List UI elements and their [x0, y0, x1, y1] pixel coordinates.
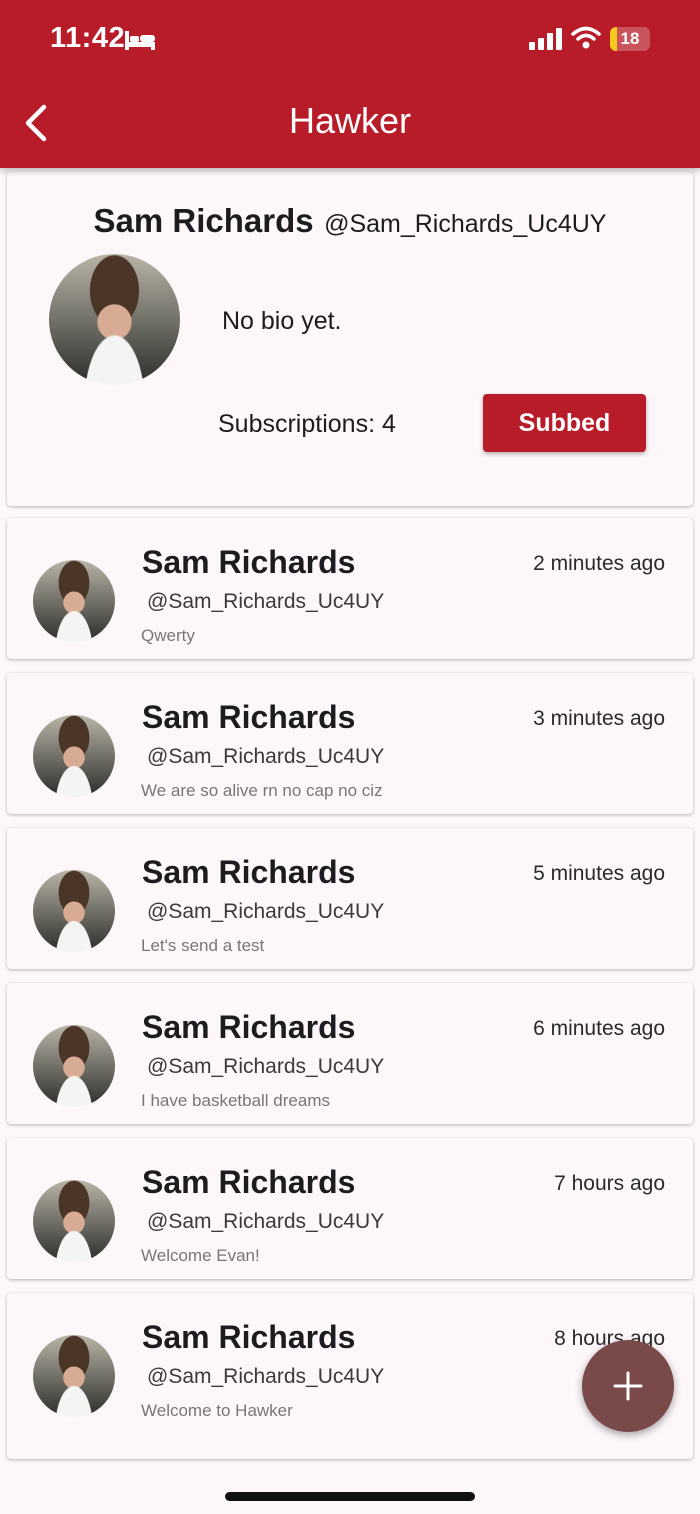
post-card[interactable]: Sam Richards 6 minutes ago @Sam_Richards…: [7, 983, 693, 1124]
post-text: Welcome to Hawker: [141, 1401, 293, 1420]
battery-level: 18: [620, 29, 640, 48]
post-timestamp: 3 minutes ago: [533, 707, 665, 730]
post-text: Qwerty: [141, 626, 195, 645]
profile-header: Sam Richards @Sam_Richards_Uc4UY: [7, 202, 693, 240]
profile-avatar: [49, 254, 180, 385]
bed-icon: [125, 31, 155, 50]
plus-icon: [613, 1371, 643, 1401]
post-author-handle: @Sam_Richards_Uc4UY: [147, 1210, 385, 1233]
battery-icon: 18: [610, 27, 650, 51]
post-card[interactable]: Sam Richards 7 hours ago @Sam_Richards_U…: [7, 1138, 693, 1279]
post-author-handle: @Sam_Richards_Uc4UY: [147, 1055, 385, 1078]
profile-name: Sam Richards: [93, 202, 314, 239]
avatar: [33, 1180, 115, 1262]
compose-button[interactable]: [582, 1340, 674, 1432]
post-card[interactable]: Sam Richards 2 minutes ago @Sam_Richards…: [7, 518, 693, 659]
avatar: [33, 1335, 115, 1417]
profile-bio: No bio yet.: [222, 307, 342, 335]
post-author-name: Sam Richards: [142, 1164, 356, 1200]
post-author-handle: @Sam_Richards_Uc4UY: [147, 900, 385, 923]
post-text: We are so alive rn no cap no ciz: [141, 781, 383, 800]
post-author-handle: @Sam_Richards_Uc4UY: [147, 1365, 385, 1388]
post-author-name: Sam Richards: [142, 1009, 356, 1045]
profile-handle: @Sam_Richards_Uc4UY: [324, 210, 607, 238]
wifi-icon: [571, 26, 601, 49]
avatar: [33, 715, 115, 797]
subscriptions-count: Subscriptions: 4: [218, 410, 396, 438]
status-time: 11:42: [50, 22, 126, 54]
post-timestamp: 2 minutes ago: [533, 552, 665, 575]
post-card[interactable]: Sam Richards 3 minutes ago @Sam_Richards…: [7, 673, 693, 814]
post-text: Welcome Evan!: [141, 1246, 260, 1265]
post-author-name: Sam Richards: [142, 854, 356, 890]
app-title: Hawker: [288, 100, 412, 141]
post-timestamp: 7 hours ago: [554, 1172, 665, 1195]
avatar: [33, 1025, 115, 1107]
avatar: [33, 870, 115, 952]
avatar: [33, 560, 115, 642]
post-author-handle: @Sam_Richards_Uc4UY: [147, 590, 385, 613]
signal-icon: [529, 28, 562, 50]
post-author-name: Sam Richards: [142, 1319, 356, 1355]
post-text: Let's send a test: [141, 936, 265, 955]
subscribe-button[interactable]: Subbed: [483, 394, 646, 452]
post-author-handle: @Sam_Richards_Uc4UY: [147, 745, 385, 768]
post-card[interactable]: Sam Richards 5 minutes ago @Sam_Richards…: [7, 828, 693, 969]
post-timestamp: 5 minutes ago: [533, 862, 665, 885]
app-bar: 11:42 18 Hawker: [0, 0, 700, 168]
post-timestamp: 6 minutes ago: [533, 1017, 665, 1040]
post-text: I have basketball dreams: [141, 1091, 330, 1110]
home-indicator: [225, 1492, 475, 1501]
profile-card: Sam Richards @Sam_Richards_Uc4UY No bio …: [7, 172, 693, 506]
post-author-name: Sam Richards: [142, 699, 356, 735]
post-author-name: Sam Richards: [142, 544, 356, 580]
